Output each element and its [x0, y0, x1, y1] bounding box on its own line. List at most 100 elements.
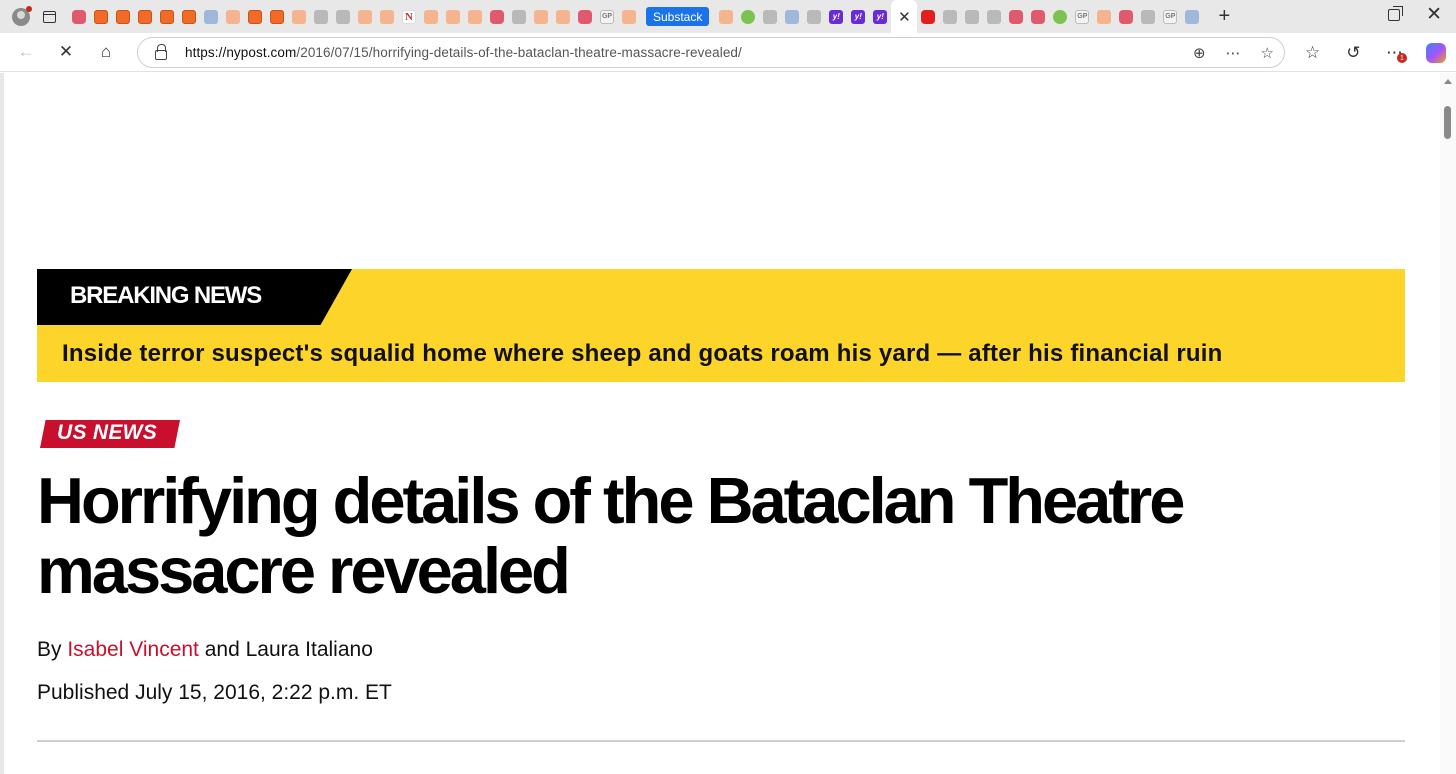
more-page-actions-icon[interactable]: ⋯: [1226, 44, 1241, 62]
tab[interactable]: y!: [847, 0, 869, 33]
tab[interactable]: [90, 0, 112, 33]
restore-window-icon[interactable]: [1388, 6, 1403, 21]
substack-favicon-icon: [622, 9, 636, 24]
tab[interactable]: [134, 0, 156, 33]
copilot-button[interactable]: [1415, 33, 1456, 72]
breaking-news-tag: BREAKING NEWS: [37, 269, 352, 325]
tab[interactable]: GP: [596, 0, 618, 33]
tab[interactable]: [715, 0, 737, 33]
tab[interactable]: [803, 0, 825, 33]
zoom-icon[interactable]: ⊕: [1193, 44, 1206, 62]
substack-favicon-icon: [270, 9, 284, 24]
favorite-star-icon[interactable]: ☆: [1261, 44, 1274, 62]
new-tab-button[interactable]: +: [1209, 0, 1239, 33]
content-divider: [37, 740, 1405, 742]
substack-favicon-icon: [182, 9, 196, 24]
gp-favicon-icon: GP: [1075, 9, 1090, 24]
url-path: /2016/07/15/horrifying-details-of-the-ba…: [296, 45, 742, 60]
vertical-scrollbar[interactable]: [1440, 73, 1456, 774]
address-bar[interactable]: https://nypost.com/2016/07/15/horrifying…: [137, 37, 1285, 68]
tab[interactable]: [1115, 0, 1137, 33]
lock-icon[interactable]: [155, 43, 167, 60]
tab[interactable]: [288, 0, 310, 33]
tab[interactable]: [266, 0, 288, 33]
published-date: Published July 15, 2016, 2:22 p.m. ET: [37, 681, 392, 704]
substack-favicon-icon: [292, 9, 306, 24]
article-byline: By Isabel Vincent and Laura Italiano: [37, 638, 373, 662]
tab[interactable]: [332, 0, 354, 33]
tab[interactable]: [1137, 0, 1159, 33]
tab[interactable]: y!: [869, 0, 891, 33]
tab[interactable]: [1093, 0, 1115, 33]
substack-favicon-icon: [534, 9, 548, 24]
close-tab-icon[interactable]: ✕: [898, 8, 911, 26]
tab[interactable]: [781, 0, 803, 33]
byline-prefix: By: [37, 638, 68, 661]
favorites-icon[interactable]: ☆: [1292, 33, 1333, 72]
tab-actions-menu-icon[interactable]: [36, 0, 62, 33]
tab[interactable]: [618, 0, 640, 33]
tab[interactable]: [486, 0, 508, 33]
tab[interactable]: [310, 0, 332, 33]
breaking-news-label: BREAKING NEWS: [70, 282, 262, 309]
tab[interactable]: [508, 0, 530, 33]
tab[interactable]: GP: [1071, 0, 1093, 33]
substack-favicon-icon: [468, 9, 482, 24]
home-icon[interactable]: ⌂: [86, 33, 126, 72]
image-favicon-icon: [314, 9, 328, 24]
substack-favicon-icon: [94, 9, 108, 24]
profile-button[interactable]: [6, 0, 36, 33]
tab[interactable]: [156, 0, 178, 33]
pinned-tabs-row: N GP Substack y! y! y! ✕ GP GP: [68, 0, 1203, 33]
tab[interactable]: [464, 0, 486, 33]
settings-more-icon[interactable]: ⋯: [1374, 33, 1415, 72]
tab[interactable]: [574, 0, 596, 33]
tab[interactable]: [917, 0, 939, 33]
tab[interactable]: [442, 0, 464, 33]
tab[interactable]: GP: [1159, 0, 1181, 33]
substack-favicon-icon: [116, 9, 130, 24]
tab[interactable]: [1181, 0, 1203, 33]
tab[interactable]: [552, 0, 574, 33]
substack-favicon-icon: [1097, 9, 1112, 24]
tab[interactable]: [1005, 0, 1027, 33]
tab[interactable]: [222, 0, 244, 33]
tab[interactable]: [420, 0, 442, 33]
tab[interactable]: [961, 0, 983, 33]
tab[interactable]: [68, 0, 90, 33]
tab[interactable]: [1049, 0, 1071, 33]
tab[interactable]: [244, 0, 266, 33]
tab[interactable]: [530, 0, 552, 33]
tab[interactable]: [939, 0, 961, 33]
tab[interactable]: [354, 0, 376, 33]
section-tag[interactable]: US NEWS: [40, 420, 180, 448]
tab[interactable]: [112, 0, 134, 33]
url-text[interactable]: https://nypost.com/2016/07/15/horrifying…: [185, 45, 742, 60]
tab[interactable]: [759, 0, 781, 33]
tab[interactable]: N: [398, 0, 420, 33]
active-tab[interactable]: ✕: [891, 0, 918, 33]
back-arrow-icon[interactable]: ←: [6, 33, 46, 72]
scroll-up-arrow-icon[interactable]: [1444, 79, 1452, 84]
author-link[interactable]: Isabel Vincent: [67, 638, 199, 661]
tab[interactable]: [1027, 0, 1049, 33]
substack-favicon-icon: [358, 9, 372, 24]
substack-tab-label[interactable]: Substack: [646, 7, 710, 26]
substack-favicon-icon: [380, 9, 394, 24]
breaking-news-headline[interactable]: Inside terror suspect's squalid home whe…: [62, 340, 1222, 368]
tab[interactable]: [737, 0, 759, 33]
stop-loading-icon[interactable]: ✕: [46, 33, 86, 72]
copilot-icon: [1425, 42, 1446, 63]
tab[interactable]: [178, 0, 200, 33]
author-name: Laura Italiano: [245, 638, 373, 661]
tab[interactable]: [983, 0, 1005, 33]
close-window-icon[interactable]: ✕: [1426, 3, 1442, 26]
tab[interactable]: [200, 0, 222, 33]
generic-favicon-icon: [336, 9, 350, 24]
tab[interactable]: y!: [825, 0, 847, 33]
tab[interactable]: [376, 0, 398, 33]
breaking-news-banner[interactable]: BREAKING NEWS Inside terror suspect's sq…: [37, 269, 1405, 382]
scrollbar-thumb[interactable]: [1444, 106, 1451, 139]
history-icon[interactable]: ↺: [1333, 33, 1374, 72]
browser-toolbar: ← ✕ ⌂ https://nypost.com/2016/07/15/horr…: [0, 33, 1456, 72]
